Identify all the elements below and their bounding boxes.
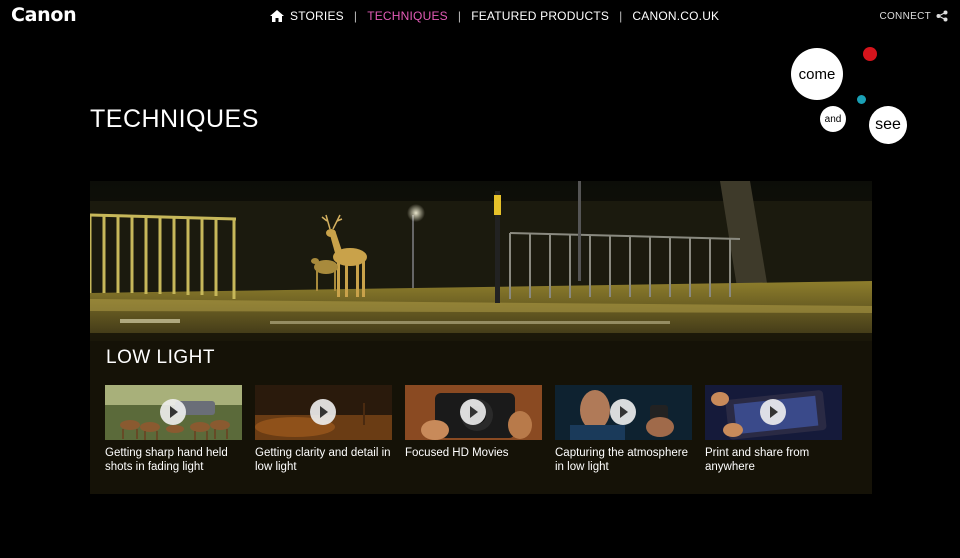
share-icon xyxy=(936,10,948,22)
connect-label: CONNECT xyxy=(879,10,931,22)
top-bar: Canon STORIES | TECHNIQUES | FEATURED PR… xyxy=(0,0,960,32)
nav-separator: | xyxy=(619,9,623,23)
nav-canon-co-uk[interactable]: CANON.CO.UK xyxy=(632,9,719,23)
video-thumbnail[interactable] xyxy=(705,385,842,440)
feature-hero: LOW LIGHT Getting sharp hand held shots … xyxy=(90,181,872,494)
connect-button[interactable]: CONNECT xyxy=(879,10,948,22)
play-icon[interactable] xyxy=(160,399,186,425)
feature-overlay: LOW LIGHT Getting sharp hand held shots … xyxy=(90,333,872,494)
nav-featured-products[interactable]: FEATURED PRODUCTS xyxy=(471,9,609,23)
video-card[interactable]: Getting clarity and detail in low light xyxy=(255,385,392,474)
main-nav: STORIES | TECHNIQUES | FEATURED PRODUCTS… xyxy=(270,9,719,23)
play-icon[interactable] xyxy=(460,399,486,425)
video-thumbnail[interactable] xyxy=(405,385,542,440)
come-and-see-badge[interactable]: come and see xyxy=(786,42,926,152)
play-icon[interactable] xyxy=(610,399,636,425)
play-icon[interactable] xyxy=(310,399,336,425)
section-title: LOW LIGHT xyxy=(106,347,216,368)
video-caption[interactable]: Capturing the atmosphere in low light xyxy=(555,446,692,474)
video-thumbnail[interactable] xyxy=(555,385,692,440)
video-caption[interactable]: Focused HD Movies xyxy=(405,446,542,460)
nav-separator: | xyxy=(457,9,462,23)
play-icon[interactable] xyxy=(760,399,786,425)
nav-stories[interactable]: STORIES xyxy=(290,9,344,23)
home-icon[interactable] xyxy=(270,10,284,22)
video-thumbnail[interactable] xyxy=(105,385,242,440)
video-thumbnail[interactable] xyxy=(255,385,392,440)
video-card[interactable]: Capturing the atmosphere in low light xyxy=(555,385,692,474)
cyan-dot xyxy=(857,95,866,104)
video-list: Getting sharp hand held shots in fading … xyxy=(105,385,855,474)
badge-word-and: and xyxy=(820,106,846,132)
page-title: TECHNIQUES xyxy=(90,105,259,133)
video-caption[interactable]: Print and share from anywhere xyxy=(705,446,842,474)
nav-techniques[interactable]: TECHNIQUES xyxy=(367,9,448,23)
badge-word-come: come xyxy=(791,48,843,100)
video-card[interactable]: Focused HD Movies xyxy=(405,385,542,474)
video-caption[interactable]: Getting sharp hand held shots in fading … xyxy=(105,446,242,474)
nav-separator: | xyxy=(353,9,358,23)
canon-logo[interactable]: Canon xyxy=(11,4,77,26)
video-card[interactable]: Getting sharp hand held shots in fading … xyxy=(105,385,242,474)
video-card[interactable]: Print and share from anywhere xyxy=(705,385,842,474)
red-dot xyxy=(863,47,877,61)
badge-word-see: see xyxy=(869,106,907,144)
video-caption[interactable]: Getting clarity and detail in low light xyxy=(255,446,392,474)
